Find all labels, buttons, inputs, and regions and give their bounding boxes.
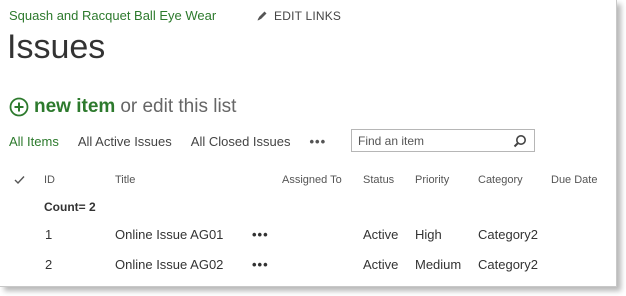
new-item-link[interactable]: new item bbox=[34, 96, 115, 118]
site-title-link[interactable]: Squash and Racquet Ball Eye Wear bbox=[9, 8, 216, 23]
row-2-priority: Medium bbox=[415, 257, 462, 272]
row-2-category: Category2 bbox=[478, 257, 538, 272]
row-1-menu-button[interactable]: ••• bbox=[252, 227, 269, 242]
view-selector: All Items All Active Issues All Closed I… bbox=[9, 134, 345, 149]
search-icon[interactable] bbox=[513, 134, 527, 153]
page-title: Issues bbox=[7, 28, 106, 66]
search-box bbox=[351, 129, 535, 152]
row-2-id: 2 bbox=[45, 257, 53, 272]
row-1-category: Category2 bbox=[478, 227, 538, 242]
search-input[interactable] bbox=[352, 132, 510, 149]
row-1-title-link[interactable]: Online Issue AG01 bbox=[115, 227, 223, 242]
column-header-assigned-to[interactable]: Assigned To bbox=[282, 174, 342, 186]
column-header-due-date[interactable]: Due Date bbox=[551, 174, 597, 186]
edit-links-label: EDIT LINKS bbox=[274, 9, 342, 23]
new-item-row: new item or edit this list bbox=[9, 96, 236, 118]
column-header-id[interactable]: ID bbox=[44, 174, 55, 186]
row-1-priority: High bbox=[415, 227, 442, 242]
column-header-priority[interactable]: Priority bbox=[415, 174, 449, 186]
row-1-id: 1 bbox=[45, 227, 53, 242]
edit-links-button[interactable]: EDIT LINKS bbox=[256, 9, 341, 23]
more-views-button[interactable]: ••• bbox=[310, 134, 327, 149]
add-circle-icon[interactable] bbox=[9, 97, 29, 117]
column-header-title[interactable]: Title bbox=[115, 174, 135, 186]
row-1-status: Active bbox=[363, 227, 399, 242]
edit-list-link[interactable]: or edit this list bbox=[120, 96, 236, 118]
view-all-active-issues[interactable]: All Active Issues bbox=[78, 134, 172, 149]
column-header-category[interactable]: Category bbox=[478, 174, 523, 186]
select-all-checkmark-icon[interactable] bbox=[14, 172, 25, 190]
pencil-icon bbox=[256, 10, 268, 22]
page-frame: Squash and Racquet Ball Eye Wear EDIT LI… bbox=[0, 0, 617, 287]
view-all-closed-issues[interactable]: All Closed Issues bbox=[191, 134, 291, 149]
column-header-status[interactable]: Status bbox=[363, 174, 394, 186]
row-2-menu-button[interactable]: ••• bbox=[252, 257, 269, 272]
group-count-label[interactable]: Count= 2 bbox=[44, 200, 96, 214]
view-all-items[interactable]: All Items bbox=[9, 134, 59, 149]
row-2-title-link[interactable]: Online Issue AG02 bbox=[115, 257, 223, 272]
row-2-status: Active bbox=[363, 257, 399, 272]
